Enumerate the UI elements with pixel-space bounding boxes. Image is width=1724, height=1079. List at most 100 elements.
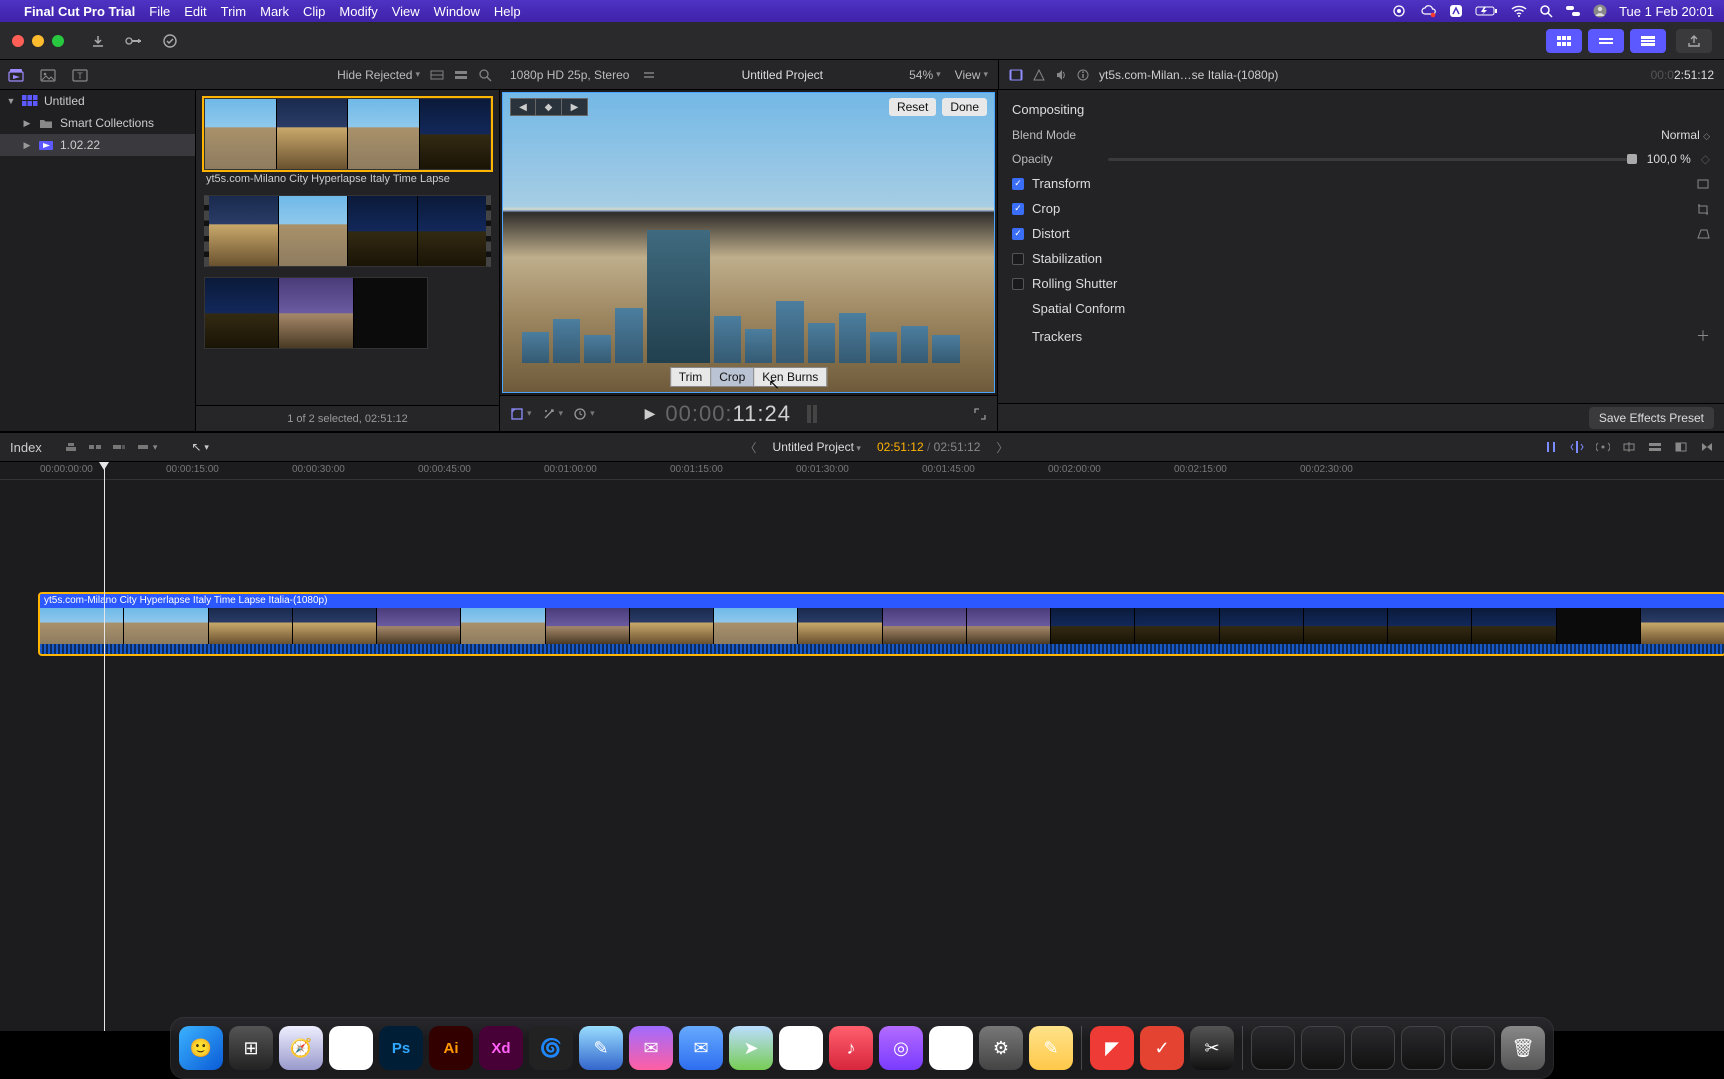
dock-minimized-window[interactable] (1451, 1026, 1495, 1070)
clip-appearance-icon[interactable] (430, 69, 444, 81)
timeline-ruler[interactable]: 00:00:00:0000:00:15:0000:00:30:0000:00:4… (0, 462, 1724, 480)
keyword-button[interactable] (120, 30, 148, 52)
distort-reset-icon[interactable] (1696, 228, 1710, 240)
user-avatar-icon[interactable] (1593, 4, 1607, 18)
dock-app-music[interactable]: ♪ (829, 1026, 873, 1070)
viewer-prev-button[interactable]: ◀ (510, 98, 536, 116)
effects-browser-icon[interactable] (1674, 441, 1688, 453)
list-view-icon[interactable] (454, 69, 468, 81)
info-inspector-tab-icon[interactable] (1077, 69, 1089, 81)
menu-help[interactable]: Help (494, 4, 521, 19)
dock-app-xd[interactable]: Xd (479, 1026, 523, 1070)
titles-tab-icon[interactable]: T (72, 68, 88, 82)
crop-reset-icon[interactable] (1696, 203, 1710, 215)
viewer-done-button[interactable]: Done (942, 98, 987, 116)
rolling-shutter-checkbox[interactable] (1012, 278, 1024, 290)
timeline-playhead[interactable] (104, 462, 105, 1031)
transform-toggle-row[interactable]: ✓ Transform (1012, 171, 1710, 196)
share-button[interactable] (1676, 29, 1712, 53)
stabilization-toggle-row[interactable]: Stabilization (1012, 246, 1710, 271)
timeline-pane[interactable]: 00:00:00:0000:00:15:0000:00:30:0000:00:4… (0, 462, 1724, 1031)
append-clip-icon[interactable] (112, 441, 126, 453)
overwrite-clip-icon[interactable]: ▾ (136, 441, 158, 453)
snapping-icon[interactable] (1622, 441, 1636, 453)
control-center-icon[interactable] (1565, 5, 1581, 17)
dock-app-anydesk[interactable]: ◤ (1090, 1026, 1134, 1070)
zoom-dropdown[interactable]: 54% (909, 68, 941, 82)
timeline-appearance-icon[interactable] (1648, 441, 1662, 453)
transform-checkbox[interactable]: ✓ (1012, 178, 1024, 190)
timeline-project-dropdown[interactable]: Untitled Project (773, 440, 861, 454)
menu-view[interactable]: View (392, 4, 420, 19)
menu-mark[interactable]: Mark (260, 4, 289, 19)
dock-app-trash[interactable]: 🗑 (1501, 1026, 1545, 1070)
dock-minimized-window[interactable] (1251, 1026, 1295, 1070)
crop-kenburns-button[interactable]: Ken Burns (754, 367, 827, 387)
stabilization-checkbox[interactable] (1012, 253, 1024, 265)
layout-browser-button[interactable] (1546, 29, 1582, 53)
wifi-icon[interactable] (1511, 5, 1527, 17)
menu-clip[interactable]: Clip (303, 4, 325, 19)
timeline-index-button[interactable]: Index (10, 440, 54, 455)
timeline-history-fwd[interactable]: 〉 (996, 439, 1008, 456)
connect-clip-icon[interactable] (64, 441, 78, 453)
viewer-next-button[interactable]: ▶ (562, 98, 588, 116)
clip-filmstrip[interactable] (204, 195, 491, 267)
keyframe-diamond-icon[interactable]: ◇ (1701, 152, 1710, 166)
layout-timeline-button[interactable] (1588, 29, 1624, 53)
dock-minimized-window[interactable] (1351, 1026, 1395, 1070)
browser-clip[interactable] (204, 277, 428, 349)
dock-app-blender[interactable]: 🌀 (529, 1026, 573, 1070)
opacity-row[interactable]: Opacity 100,0 % ◇ (1012, 147, 1710, 171)
distort-checkbox[interactable]: ✓ (1012, 228, 1024, 240)
dock-app-photos[interactable]: ✿ (779, 1026, 823, 1070)
dock-app-finalcut[interactable]: ✂ (1190, 1026, 1234, 1070)
view-dropdown[interactable]: View (955, 68, 988, 82)
insert-clip-icon[interactable] (88, 441, 102, 453)
background-tasks-button[interactable] (156, 30, 184, 52)
retime-tool-icon[interactable] (573, 407, 595, 421)
clip-filmstrip[interactable] (204, 277, 428, 349)
clip-filmstrip[interactable] (204, 98, 491, 170)
window-zoom-button[interactable] (52, 35, 64, 47)
window-minimize-button[interactable] (32, 35, 44, 47)
menu-file[interactable]: File (149, 4, 170, 19)
screen-record-icon[interactable] (1393, 5, 1409, 17)
opacity-slider[interactable] (1108, 158, 1637, 161)
crop-checkbox[interactable]: ✓ (1012, 203, 1024, 215)
sidebar-smart-collections[interactable]: ▶ Smart Collections (0, 112, 195, 134)
dock-minimized-window[interactable] (1301, 1026, 1345, 1070)
transform-tool-icon[interactable] (510, 407, 532, 421)
photos-tab-icon[interactable] (40, 68, 56, 82)
spotlight-icon[interactable] (1539, 4, 1553, 18)
solo-icon[interactable] (1596, 441, 1610, 453)
dock-app-mail[interactable]: ✉ (679, 1026, 723, 1070)
viewer-center-button[interactable]: ◆ (536, 98, 562, 116)
menubar-clock[interactable]: Tue 1 Feb 20:01 (1619, 4, 1714, 19)
rolling-shutter-toggle-row[interactable]: Rolling Shutter (1012, 271, 1710, 296)
audio-inspector-tab-icon[interactable] (1055, 69, 1067, 81)
dock-minimized-window[interactable] (1401, 1026, 1445, 1070)
timeline-history-back[interactable]: 〈 (745, 439, 757, 456)
spatial-conform-row[interactable]: Spatial Conform (1012, 296, 1710, 321)
browser-clip[interactable] (204, 195, 491, 267)
menu-edit[interactable]: Edit (184, 4, 206, 19)
dock-app-launchpad[interactable]: ⊞ (229, 1026, 273, 1070)
save-effects-preset-button[interactable]: Save Effects Preset (1589, 407, 1714, 429)
filter-dropdown[interactable]: Hide Rejected (337, 68, 420, 82)
creative-cloud-icon[interactable] (1421, 4, 1437, 18)
project-settings-icon[interactable] (643, 69, 655, 81)
transform-reset-icon[interactable] (1696, 178, 1710, 190)
library-row[interactable]: ▼ Untitled (0, 90, 195, 112)
trackers-add-icon[interactable]: ＋ (1696, 326, 1710, 346)
dock-app-todoist[interactable]: ✓ (1140, 1026, 1184, 1070)
dock-app-maps[interactable]: ➤ (729, 1026, 773, 1070)
trackers-row[interactable]: Trackers ＋ (1012, 321, 1710, 351)
audio-meters-icon[interactable] (807, 405, 817, 423)
dock-app-notes[interactable]: ✎ (1029, 1026, 1073, 1070)
menu-window[interactable]: Window (434, 4, 480, 19)
select-tool-icon[interactable]: ↖ ▾ (191, 440, 209, 454)
dock-app-podcasts[interactable]: ◎ (879, 1026, 923, 1070)
import-button[interactable] (84, 30, 112, 52)
dock-app-illustrator[interactable]: Ai (429, 1026, 473, 1070)
